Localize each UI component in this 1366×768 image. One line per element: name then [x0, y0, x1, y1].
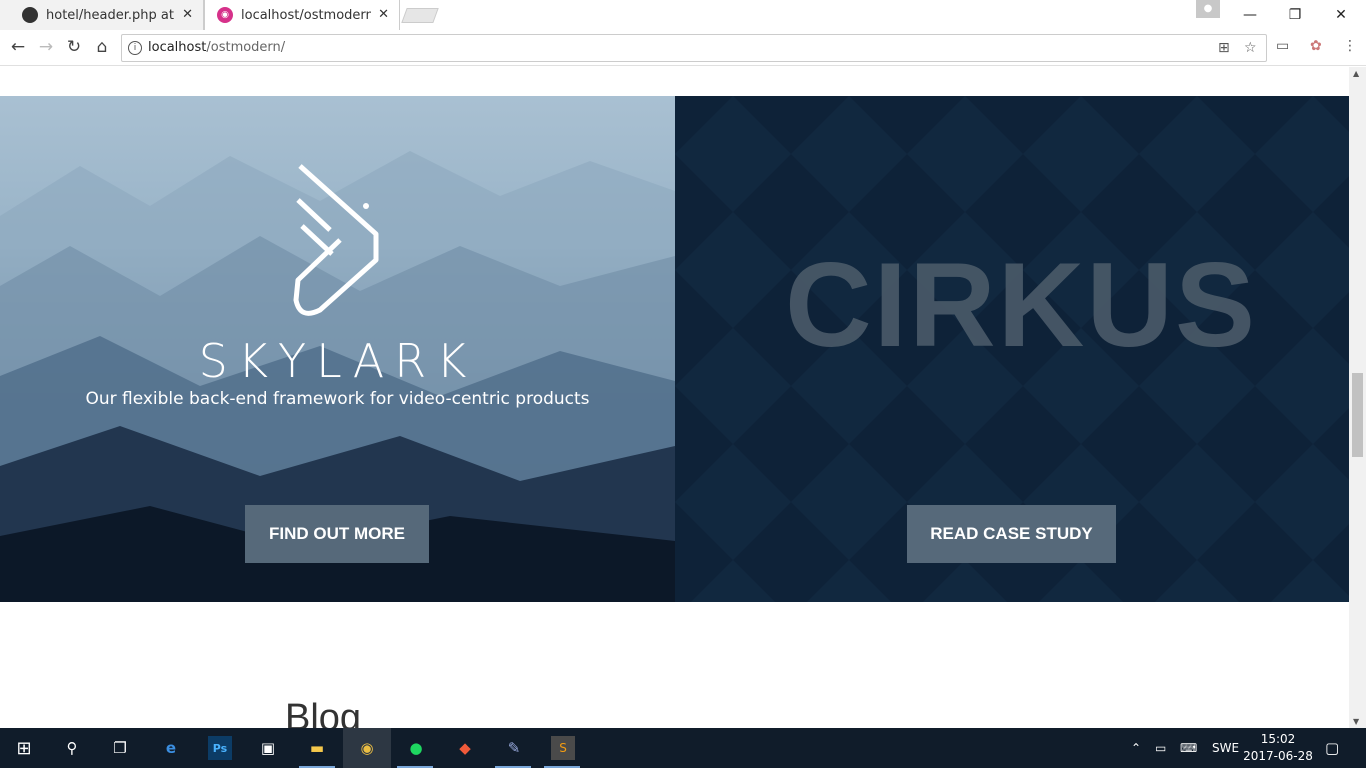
git-icon[interactable]: ◆ [453, 736, 477, 760]
clock[interactable]: 15:02 2017-06-28 [1238, 731, 1318, 765]
cast-icon[interactable]: ▭ [1276, 38, 1289, 54]
tab-label: hotel/header.php at mas [46, 7, 176, 23]
extension-icon[interactable]: ✿ [1310, 38, 1322, 54]
ost-icon: ◉ [217, 7, 233, 23]
profile-icon[interactable]: ● [1196, 0, 1220, 18]
skylark-bird-logo [293, 164, 379, 316]
info-icon[interactable]: i [128, 41, 142, 55]
read-case-study-button[interactable]: READ CASE STUDY [907, 505, 1116, 563]
spotify-icon[interactable]: ● [404, 736, 428, 760]
skylark-tagline: Our flexible back-end framework for vide… [85, 389, 590, 409]
tab-localhost[interactable]: ◉ localhost/ostmodern/ ✕ [204, 0, 400, 30]
scroll-down-icon[interactable]: ▼ [1353, 717, 1359, 726]
skylark-panel: SKYLARK Our flexible back-end framework … [0, 96, 675, 602]
browser-toolbar: ← → ↻ ⌂ i localhost/ostmodern/ ⊞ ☆ ▭ ✿ ⋮ [0, 30, 1366, 66]
cirkus-logo: CIRKUS [785, 238, 1258, 372]
photoshop-icon[interactable]: Ps [208, 736, 232, 760]
language-indicator[interactable]: SWE [1212, 728, 1239, 768]
close-window-button[interactable]: ✕ [1318, 0, 1364, 30]
forward-icon[interactable]: → [34, 37, 58, 57]
address-bar[interactable]: i localhost/ostmodern/ ⊞ ☆ [121, 34, 1267, 62]
tab-label: localhost/ostmodern/ [241, 7, 371, 23]
battery-icon[interactable]: ▭ [1155, 728, 1166, 768]
menu-icon[interactable]: ⋮ [1343, 38, 1357, 54]
scroll-thumb[interactable] [1352, 373, 1363, 457]
skylark-brand: SKYLARK [198, 334, 477, 388]
find-out-more-button[interactable]: FIND OUT MORE [245, 505, 429, 563]
explorer-icon[interactable]: ▬ [305, 736, 329, 760]
notification-icon[interactable]: ▢ [1325, 728, 1339, 768]
back-icon[interactable]: ← [6, 37, 30, 57]
close-tab-icon[interactable]: ✕ [182, 7, 193, 22]
url-host: localhost [148, 40, 207, 55]
clock-time: 15:02 [1260, 732, 1296, 746]
taskview-icon[interactable]: ❐ [108, 736, 132, 760]
windows-taskbar: ⊞ ⚲ ❐ e Ps ▣ ▬ ◉ ● ◆ ✎ S ⌃ ▭ ⌨ SWE 15:02… [0, 728, 1366, 768]
tab-github[interactable]: hotel/header.php at mas ✕ [0, 0, 204, 30]
github-icon [22, 7, 38, 23]
scroll-up-icon[interactable]: ▲ [1353, 69, 1359, 78]
page-scrollbar[interactable]: ▲ ▼ [1349, 67, 1366, 728]
restore-button[interactable]: ❐ [1272, 0, 1318, 30]
chevron-up-icon[interactable]: ⌃ [1131, 728, 1141, 768]
sublime-icon[interactable]: S [551, 736, 575, 760]
url-text[interactable]: localhost/ostmodern/ [148, 40, 285, 55]
edge-icon[interactable]: e [159, 736, 183, 760]
clock-date: 2017-06-28 [1243, 749, 1313, 763]
star-icon[interactable]: ☆ [1244, 40, 1257, 56]
home-icon[interactable]: ⌂ [90, 37, 114, 57]
search-icon[interactable]: ⚲ [60, 736, 84, 760]
paint-icon[interactable]: ✎ [502, 736, 526, 760]
reload-icon[interactable]: ↻ [62, 37, 86, 57]
windows-icon[interactable]: ⊞ [12, 736, 36, 760]
close-tab-icon[interactable]: ✕ [378, 7, 389, 22]
page-viewport: SKYLARK Our flexible back-end framework … [0, 67, 1349, 728]
store-icon[interactable]: ▣ [256, 736, 280, 760]
minimize-button[interactable]: — [1227, 0, 1273, 30]
browser-tabbar: hotel/header.php at mas ✕ ◉ localhost/os… [0, 0, 1366, 30]
active-indicator [343, 728, 391, 768]
cirkus-panel: CIRKUS READ CASE STUDY [675, 96, 1349, 602]
blog-heading: Blog [285, 697, 362, 728]
new-tab-button[interactable] [401, 8, 439, 23]
translate-icon[interactable]: ⊞ [1218, 40, 1230, 56]
url-path: /ostmodern/ [206, 40, 286, 55]
keyboard-icon[interactable]: ⌨ [1180, 728, 1197, 768]
